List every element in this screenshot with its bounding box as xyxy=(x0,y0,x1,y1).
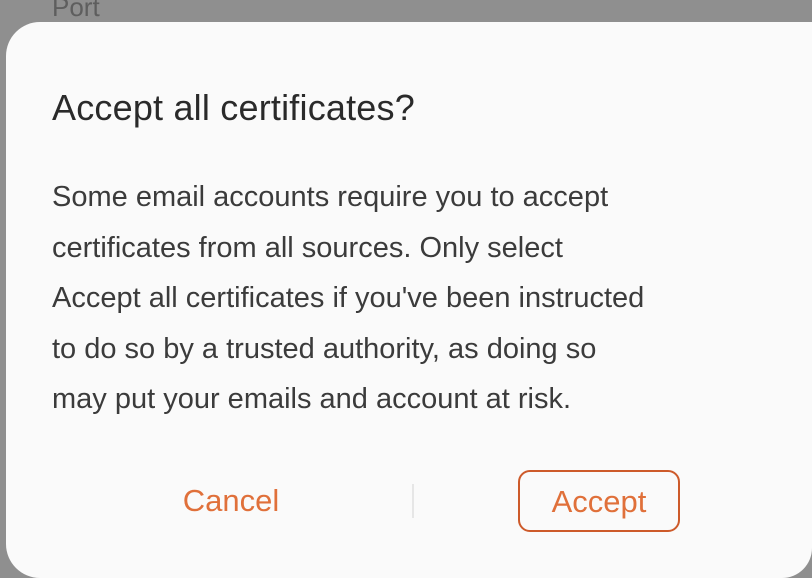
dialog-message-line: Accept all certificates if you've been i… xyxy=(52,282,645,314)
dialog-message-line: certificates from all sources. Only sele… xyxy=(52,231,563,264)
dialog-message: Some email accounts require you to accep… xyxy=(52,172,792,425)
accept-button[interactable]: Accept xyxy=(518,470,680,532)
background-field-label: Port xyxy=(52,0,100,22)
dialog-message-line: to do so by a trusted authority, as doin… xyxy=(52,332,597,365)
accept-certificates-dialog: Accept all certificates? Some email acco… xyxy=(6,22,812,578)
dialog-actions: Cancel Accept xyxy=(6,470,812,534)
dialog-message-line: may put your emails and account at risk. xyxy=(52,383,572,415)
button-divider xyxy=(412,484,414,518)
cancel-button[interactable]: Cancel xyxy=(156,470,306,532)
dialog-message-line: Some email accounts require you to accep… xyxy=(52,181,609,213)
dialog-title: Accept all certificates? xyxy=(52,87,415,128)
